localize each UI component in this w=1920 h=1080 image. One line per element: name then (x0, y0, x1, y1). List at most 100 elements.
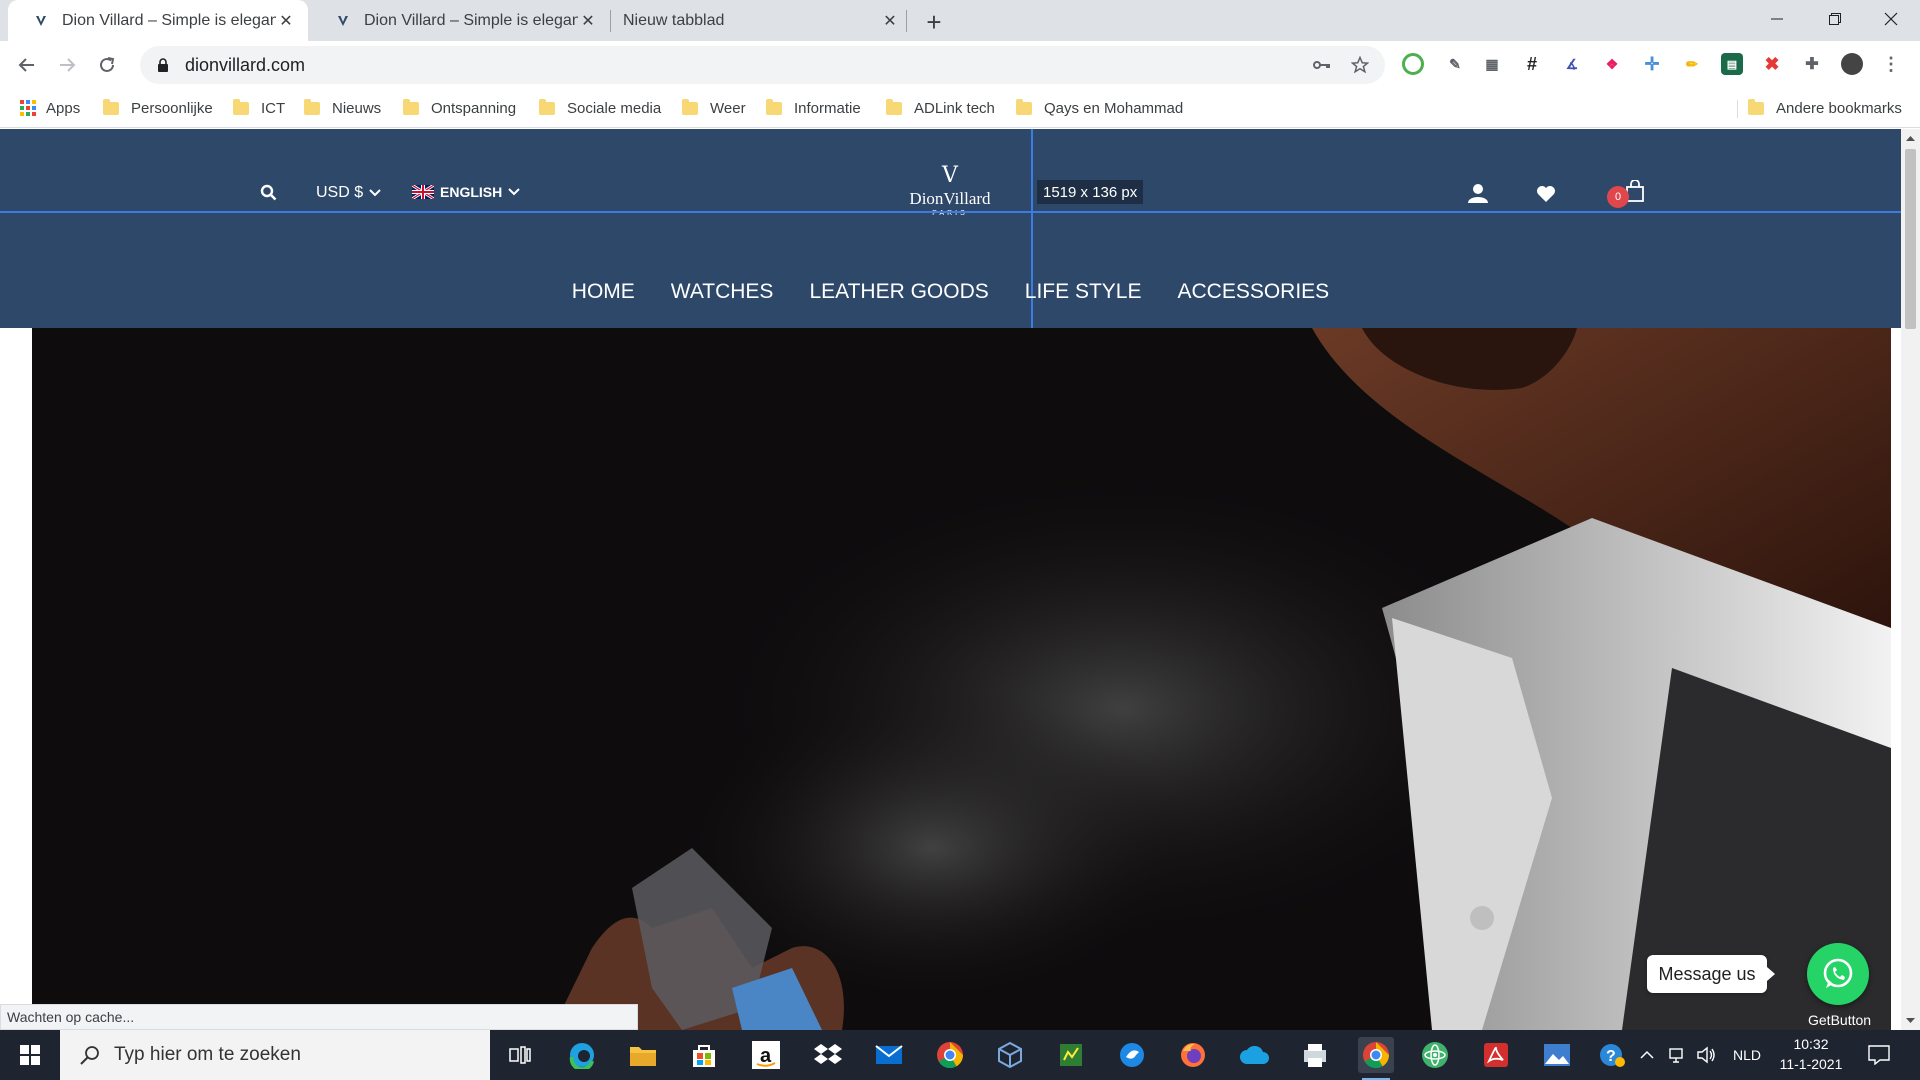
spreadsheet-app-icon[interactable] (1053, 1037, 1089, 1073)
wishlist-heart-icon[interactable] (1535, 183, 1557, 205)
extension-ring-icon[interactable] (1402, 53, 1424, 75)
bookmark-folder[interactable]: Qays en Mohammad (1016, 96, 1183, 120)
bird-app-icon[interactable] (1114, 1037, 1150, 1073)
tab-title: Dion Villard – Simple is elegant (364, 11, 578, 29)
new-tab-button[interactable]: + (920, 7, 948, 37)
bookmark-folder[interactable]: ICT (233, 96, 285, 120)
photos-icon[interactable] (1539, 1037, 1575, 1073)
acrobat-icon[interactable] (1478, 1037, 1514, 1073)
site-logo[interactable]: V DionVillard PARIS (900, 165, 1000, 225)
bookmark-label: ICT (261, 99, 286, 117)
extension-ruler-icon[interactable]: ✛ (1641, 53, 1663, 75)
nav-life-style[interactable]: LIFE STYLE (1007, 280, 1160, 304)
extension-grid-icon[interactable]: ▦ (1481, 53, 1503, 75)
bookmark-folder[interactable]: ADLink tech (886, 96, 995, 120)
extension-angle-icon[interactable]: ∡ (1561, 53, 1583, 75)
svg-text:a: a (760, 1045, 772, 1067)
menu-kebab-icon[interactable]: ⋮ (1880, 53, 1902, 75)
address-bar[interactable]: dionvillard.com (140, 46, 1385, 84)
input-language[interactable]: NLD (1733, 1030, 1761, 1080)
url-text: dionvillard.com (185, 54, 306, 75)
bookmark-folder[interactable]: Informatie (766, 96, 861, 120)
store-icon[interactable] (686, 1037, 722, 1073)
web-page: USD $ ENGLISH V DionVillard PARIS 1519 x… (0, 129, 1901, 1030)
bookmark-other[interactable]: Andere bookmarks (1748, 96, 1902, 120)
task-view-icon[interactable] (502, 1037, 538, 1073)
file-explorer-icon[interactable] (625, 1037, 661, 1073)
currency-selector[interactable]: USD $ (316, 184, 381, 202)
volume-icon[interactable] (1696, 1030, 1716, 1080)
scrollbar-thumb[interactable] (1905, 149, 1916, 329)
virtualbox-icon[interactable] (992, 1037, 1028, 1073)
scroll-up-arrow-icon[interactable] (1901, 133, 1920, 145)
atom-icon[interactable] (1417, 1037, 1453, 1073)
bookmark-label: Nieuws (332, 99, 382, 117)
tab-2[interactable]: Dion Villard – Simple is elegant ✕ (310, 0, 610, 41)
edge-icon[interactable] (564, 1037, 600, 1073)
bookmark-label: Qays en Mohammad (1044, 99, 1184, 117)
whatsapp-message-bubble[interactable]: Message us (1647, 955, 1775, 993)
chevron-up-icon[interactable] (1640, 1030, 1654, 1080)
bookmark-folder[interactable]: Nieuws (304, 96, 381, 120)
windows-taskbar: Typ hier om te zoeken a ? NLD 10:32 11-1… (0, 1030, 1920, 1080)
bookmark-folder[interactable]: Persoonlijke (103, 96, 213, 120)
extension-highlighter-icon[interactable]: ✏ (1681, 53, 1703, 75)
extension-palette-icon[interactable]: ❖ (1601, 53, 1623, 75)
language-selector[interactable]: ENGLISH (412, 184, 520, 200)
nav-watches[interactable]: WATCHES (653, 280, 792, 304)
tab-1[interactable]: Dion Villard – Simple is elegant ✕ (8, 0, 308, 41)
taskbar-search-box[interactable]: Typ hier om te zoeken (60, 1030, 490, 1080)
extension-eyedropper-icon[interactable]: ✎ (1444, 53, 1466, 75)
network-icon[interactable] (1668, 1030, 1686, 1080)
cloud-app-icon[interactable] (1236, 1037, 1272, 1073)
nav-accessories[interactable]: ACCESSORIES (1159, 280, 1347, 304)
help-tray-icon[interactable]: ? (1598, 1030, 1626, 1080)
bookmark-apps[interactable]: Apps (20, 96, 80, 120)
firefox-icon[interactable] (1175, 1037, 1211, 1073)
reload-button[interactable] (90, 48, 124, 82)
whatsapp-button[interactable] (1807, 943, 1869, 1005)
star-icon[interactable] (1350, 55, 1370, 75)
ruler-readout: 1519 x 136 px (1037, 180, 1144, 204)
close-window-button[interactable] (1862, 0, 1920, 38)
extension-sheet-icon[interactable]: ▤ (1721, 53, 1743, 75)
tab-title: Dion Villard – Simple is elegant (62, 11, 276, 29)
chrome-running-icon[interactable] (1358, 1037, 1394, 1080)
chevron-down-icon (369, 189, 381, 197)
dion-villard-favicon-icon (34, 14, 48, 28)
profile-avatar[interactable] (1841, 53, 1863, 75)
minimize-button[interactable] (1748, 0, 1806, 38)
close-tab-icon[interactable]: ✕ (880, 11, 900, 31)
forward-button[interactable] (50, 48, 84, 82)
nav-home[interactable]: HOME (554, 280, 653, 304)
scroll-down-arrow-icon[interactable] (1901, 1014, 1920, 1026)
bookmark-folder[interactable]: Weer (682, 96, 746, 120)
amazon-icon[interactable]: a (748, 1037, 784, 1073)
getbutton-brand[interactable]: GetButton (1808, 1012, 1871, 1028)
folder-icon (766, 98, 782, 115)
extension-cross-icon[interactable]: ✖ (1761, 53, 1783, 75)
key-icon[interactable] (1312, 55, 1332, 75)
start-button[interactable] (0, 1030, 60, 1080)
page-scrollbar[interactable] (1901, 129, 1920, 1030)
back-button[interactable] (10, 48, 44, 82)
account-icon[interactable] (1467, 182, 1489, 204)
bookmark-label: Sociale media (567, 99, 662, 117)
mail-icon[interactable] (871, 1037, 907, 1073)
dropbox-icon[interactable] (810, 1037, 846, 1073)
tab-3[interactable]: Nieuw tabblad ✕ (612, 0, 912, 41)
close-tab-icon[interactable]: ✕ (578, 11, 598, 31)
nav-leather-goods[interactable]: LEATHER GOODS (791, 280, 1006, 304)
search-icon[interactable] (258, 182, 278, 202)
notifications-icon[interactable] (1868, 1030, 1890, 1080)
extensions-puzzle-icon[interactable]: ✚ (1801, 53, 1823, 75)
clock[interactable]: 10:32 11-1-2021 (1776, 1034, 1846, 1074)
close-tab-icon[interactable]: ✕ (276, 11, 296, 31)
arrow-right-icon (60, 58, 76, 72)
printer-icon[interactable] (1297, 1037, 1333, 1073)
extension-hash-icon[interactable]: # (1521, 53, 1543, 75)
restore-button[interactable] (1806, 0, 1864, 38)
bookmark-folder[interactable]: Ontspanning (403, 96, 516, 120)
bookmark-folder[interactable]: Sociale media (539, 96, 661, 120)
chrome-icon[interactable] (932, 1037, 968, 1073)
